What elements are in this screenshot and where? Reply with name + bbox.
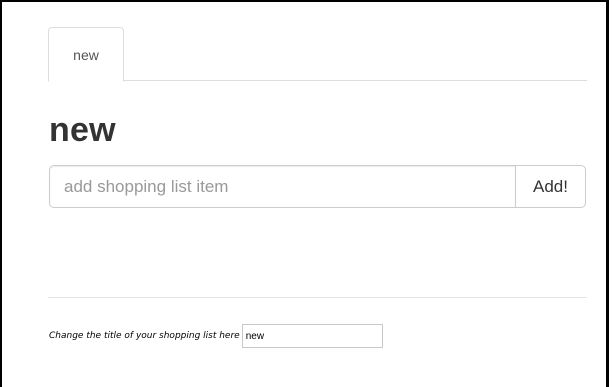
add-item-group: Add! xyxy=(49,165,586,208)
add-item-button[interactable]: Add! xyxy=(515,165,586,208)
rename-row: Change the title of your shopping list h… xyxy=(49,324,383,348)
add-item-input[interactable] xyxy=(49,165,515,208)
rename-label: Change the title of your shopping list h… xyxy=(49,331,240,341)
tab-bar: new xyxy=(48,27,587,82)
rename-title-input[interactable] xyxy=(241,324,383,348)
list-title: new xyxy=(49,111,116,149)
app-frame: new new Add! Change the title of your sh… xyxy=(0,0,609,387)
tab-new[interactable]: new xyxy=(48,27,124,82)
divider xyxy=(48,297,587,298)
